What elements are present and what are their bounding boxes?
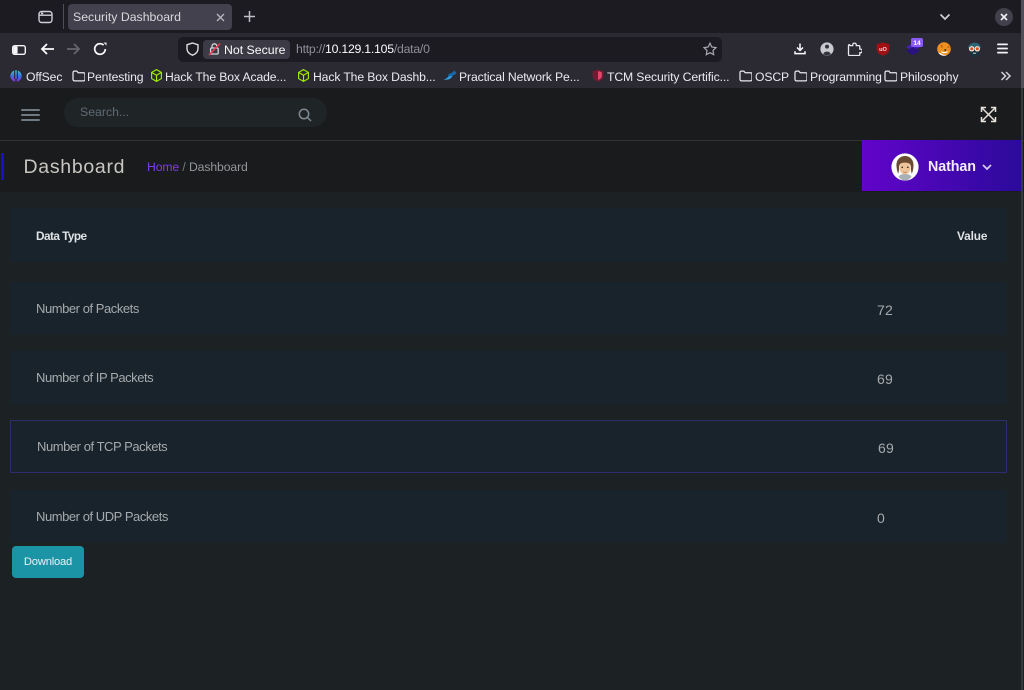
svg-text:uO: uO	[879, 47, 887, 53]
svg-text:14: 14	[913, 40, 921, 47]
